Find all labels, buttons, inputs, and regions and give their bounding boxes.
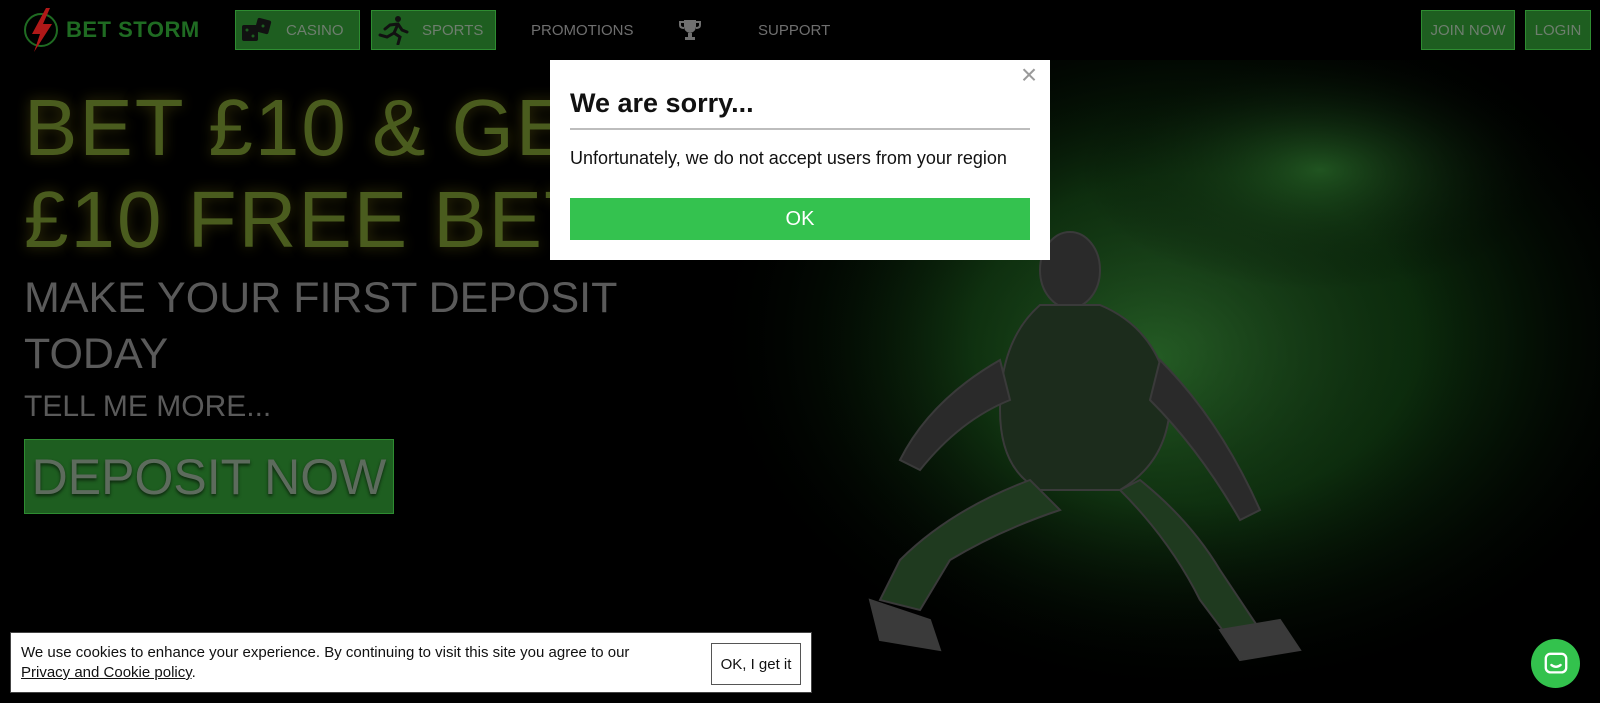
modal-title: We are sorry... [570, 88, 754, 118]
cookie-banner: We use cookies to enhance your experienc… [10, 632, 812, 693]
region-restriction-modal: × We are sorry... Unfortunately, we do n… [550, 60, 1050, 260]
cookie-text-block: We use cookies to enhance your experienc… [21, 643, 681, 683]
cookie-message: We use cookies to enhance your experienc… [21, 644, 630, 661]
cookie-accept-button[interactable]: OK, I get it [711, 643, 801, 685]
cookie-suffix: . [191, 664, 196, 681]
modal-divider [570, 128, 1030, 130]
modal-ok-button[interactable]: OK [570, 198, 1030, 240]
close-icon[interactable]: × [1016, 61, 1042, 89]
chat-launcher-button[interactable] [1531, 639, 1580, 688]
modal-message: Unfortunately, we do not accept users fr… [570, 148, 1007, 168]
privacy-policy-link[interactable]: Privacy and Cookie policy [21, 664, 192, 681]
chat-icon [1544, 652, 1567, 674]
